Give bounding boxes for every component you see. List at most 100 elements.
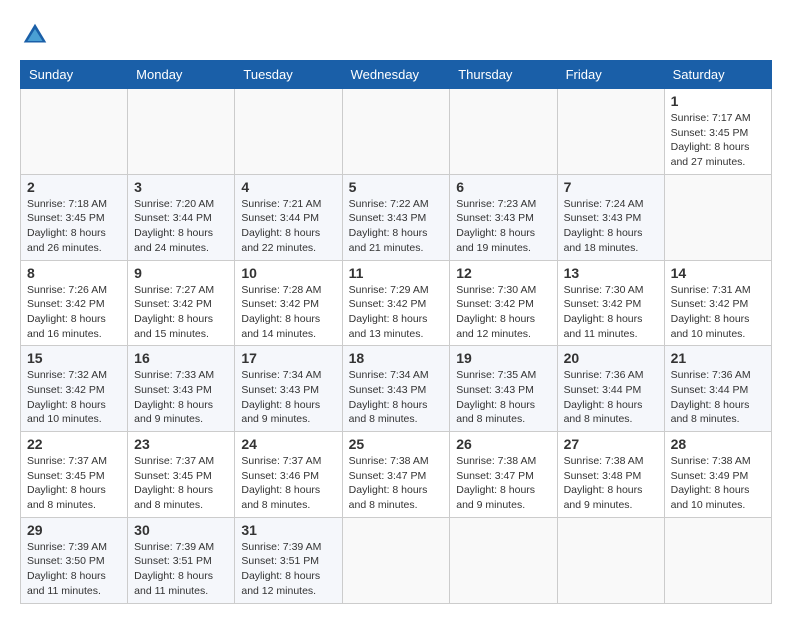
day-number: 7 bbox=[564, 179, 658, 195]
day-info: Sunrise: 7:22 AMSunset: 3:43 PMDaylight:… bbox=[349, 197, 444, 256]
calendar-week-row: 2 Sunrise: 7:18 AMSunset: 3:45 PMDayligh… bbox=[21, 174, 772, 260]
calendar-cell-empty bbox=[235, 89, 342, 175]
calendar-cell-day-17: 17 Sunrise: 7:34 AMSunset: 3:43 PMDaylig… bbox=[235, 346, 342, 432]
day-info: Sunrise: 7:26 AMSunset: 3:42 PMDaylight:… bbox=[27, 283, 121, 342]
calendar-header-monday: Monday bbox=[128, 61, 235, 89]
calendar-cell-day-11: 11 Sunrise: 7:29 AMSunset: 3:42 PMDaylig… bbox=[342, 260, 450, 346]
calendar-cell-day-23: 23 Sunrise: 7:37 AMSunset: 3:45 PMDaylig… bbox=[128, 432, 235, 518]
calendar-header-friday: Friday bbox=[557, 61, 664, 89]
calendar-cell-day-21: 21 Sunrise: 7:36 AMSunset: 3:44 PMDaylig… bbox=[664, 346, 771, 432]
day-number: 20 bbox=[564, 350, 658, 366]
day-number: 19 bbox=[456, 350, 550, 366]
day-info: Sunrise: 7:39 AMSunset: 3:50 PMDaylight:… bbox=[27, 540, 121, 599]
calendar-cell-day-10: 10 Sunrise: 7:28 AMSunset: 3:42 PMDaylig… bbox=[235, 260, 342, 346]
day-info: Sunrise: 7:28 AMSunset: 3:42 PMDaylight:… bbox=[241, 283, 335, 342]
day-number: 9 bbox=[134, 265, 228, 281]
day-info: Sunrise: 7:34 AMSunset: 3:43 PMDaylight:… bbox=[349, 368, 444, 427]
day-number: 13 bbox=[564, 265, 658, 281]
day-number: 12 bbox=[456, 265, 550, 281]
calendar-cell-day-14: 14 Sunrise: 7:31 AMSunset: 3:42 PMDaylig… bbox=[664, 260, 771, 346]
calendar-cell-day-8: 8 Sunrise: 7:26 AMSunset: 3:42 PMDayligh… bbox=[21, 260, 128, 346]
day-number: 24 bbox=[241, 436, 335, 452]
day-info: Sunrise: 7:33 AMSunset: 3:43 PMDaylight:… bbox=[134, 368, 228, 427]
day-info: Sunrise: 7:35 AMSunset: 3:43 PMDaylight:… bbox=[456, 368, 550, 427]
page-header bbox=[20, 20, 772, 50]
day-info: Sunrise: 7:21 AMSunset: 3:44 PMDaylight:… bbox=[241, 197, 335, 256]
calendar-cell-day-22: 22 Sunrise: 7:37 AMSunset: 3:45 PMDaylig… bbox=[21, 432, 128, 518]
calendar-cell-day-9: 9 Sunrise: 7:27 AMSunset: 3:42 PMDayligh… bbox=[128, 260, 235, 346]
day-number: 26 bbox=[456, 436, 550, 452]
day-number: 1 bbox=[671, 93, 765, 109]
logo-icon bbox=[20, 20, 50, 50]
calendar-cell-day-3: 3 Sunrise: 7:20 AMSunset: 3:44 PMDayligh… bbox=[128, 174, 235, 260]
calendar-cell-day-20: 20 Sunrise: 7:36 AMSunset: 3:44 PMDaylig… bbox=[557, 346, 664, 432]
calendar-header-saturday: Saturday bbox=[664, 61, 771, 89]
calendar-cell-day-13: 13 Sunrise: 7:30 AMSunset: 3:42 PMDaylig… bbox=[557, 260, 664, 346]
calendar-cell-empty bbox=[664, 517, 771, 603]
day-number: 5 bbox=[349, 179, 444, 195]
calendar-cell-day-1: 1 Sunrise: 7:17 AMSunset: 3:45 PMDayligh… bbox=[664, 89, 771, 175]
day-info: Sunrise: 7:38 AMSunset: 3:47 PMDaylight:… bbox=[456, 454, 550, 513]
calendar-cell-empty bbox=[557, 89, 664, 175]
day-number: 16 bbox=[134, 350, 228, 366]
calendar-cell-day-31: 31 Sunrise: 7:39 AMSunset: 3:51 PMDaylig… bbox=[235, 517, 342, 603]
day-info: Sunrise: 7:20 AMSunset: 3:44 PMDaylight:… bbox=[134, 197, 228, 256]
day-info: Sunrise: 7:37 AMSunset: 3:46 PMDaylight:… bbox=[241, 454, 335, 513]
day-number: 28 bbox=[671, 436, 765, 452]
day-info: Sunrise: 7:38 AMSunset: 3:47 PMDaylight:… bbox=[349, 454, 444, 513]
calendar-week-row: 15 Sunrise: 7:32 AMSunset: 3:42 PMDaylig… bbox=[21, 346, 772, 432]
day-info: Sunrise: 7:32 AMSunset: 3:42 PMDaylight:… bbox=[27, 368, 121, 427]
calendar-cell-day-4: 4 Sunrise: 7:21 AMSunset: 3:44 PMDayligh… bbox=[235, 174, 342, 260]
day-number: 30 bbox=[134, 522, 228, 538]
calendar-cell-empty bbox=[342, 517, 450, 603]
day-number: 22 bbox=[27, 436, 121, 452]
calendar-cell-empty bbox=[128, 89, 235, 175]
day-info: Sunrise: 7:37 AMSunset: 3:45 PMDaylight:… bbox=[134, 454, 228, 513]
day-info: Sunrise: 7:30 AMSunset: 3:42 PMDaylight:… bbox=[564, 283, 658, 342]
calendar-cell-day-7: 7 Sunrise: 7:24 AMSunset: 3:43 PMDayligh… bbox=[557, 174, 664, 260]
calendar-header-tuesday: Tuesday bbox=[235, 61, 342, 89]
calendar-cell-day-12: 12 Sunrise: 7:30 AMSunset: 3:42 PMDaylig… bbox=[450, 260, 557, 346]
calendar-cell-empty bbox=[450, 517, 557, 603]
calendar-cell-empty bbox=[664, 174, 771, 260]
calendar-cell-day-16: 16 Sunrise: 7:33 AMSunset: 3:43 PMDaylig… bbox=[128, 346, 235, 432]
day-number: 18 bbox=[349, 350, 444, 366]
day-number: 11 bbox=[349, 265, 444, 281]
calendar-week-row: 29 Sunrise: 7:39 AMSunset: 3:50 PMDaylig… bbox=[21, 517, 772, 603]
calendar-cell-day-15: 15 Sunrise: 7:32 AMSunset: 3:42 PMDaylig… bbox=[21, 346, 128, 432]
calendar-cell-empty bbox=[21, 89, 128, 175]
day-number: 25 bbox=[349, 436, 444, 452]
day-info: Sunrise: 7:39 AMSunset: 3:51 PMDaylight:… bbox=[134, 540, 228, 599]
logo bbox=[20, 20, 54, 50]
day-info: Sunrise: 7:27 AMSunset: 3:42 PMDaylight:… bbox=[134, 283, 228, 342]
day-info: Sunrise: 7:36 AMSunset: 3:44 PMDaylight:… bbox=[671, 368, 765, 427]
calendar-cell-day-29: 29 Sunrise: 7:39 AMSunset: 3:50 PMDaylig… bbox=[21, 517, 128, 603]
day-info: Sunrise: 7:38 AMSunset: 3:49 PMDaylight:… bbox=[671, 454, 765, 513]
calendar-cell-day-24: 24 Sunrise: 7:37 AMSunset: 3:46 PMDaylig… bbox=[235, 432, 342, 518]
calendar-cell-day-28: 28 Sunrise: 7:38 AMSunset: 3:49 PMDaylig… bbox=[664, 432, 771, 518]
day-info: Sunrise: 7:17 AMSunset: 3:45 PMDaylight:… bbox=[671, 111, 765, 170]
calendar-table: SundayMondayTuesdayWednesdayThursdayFrid… bbox=[20, 60, 772, 604]
day-info: Sunrise: 7:38 AMSunset: 3:48 PMDaylight:… bbox=[564, 454, 658, 513]
calendar-header-row: SundayMondayTuesdayWednesdayThursdayFrid… bbox=[21, 61, 772, 89]
calendar-cell-day-2: 2 Sunrise: 7:18 AMSunset: 3:45 PMDayligh… bbox=[21, 174, 128, 260]
day-info: Sunrise: 7:36 AMSunset: 3:44 PMDaylight:… bbox=[564, 368, 658, 427]
day-number: 17 bbox=[241, 350, 335, 366]
day-number: 10 bbox=[241, 265, 335, 281]
calendar-header-sunday: Sunday bbox=[21, 61, 128, 89]
calendar-cell-empty bbox=[557, 517, 664, 603]
calendar-cell-day-27: 27 Sunrise: 7:38 AMSunset: 3:48 PMDaylig… bbox=[557, 432, 664, 518]
calendar-week-row: 8 Sunrise: 7:26 AMSunset: 3:42 PMDayligh… bbox=[21, 260, 772, 346]
day-info: Sunrise: 7:37 AMSunset: 3:45 PMDaylight:… bbox=[27, 454, 121, 513]
calendar-header-thursday: Thursday bbox=[450, 61, 557, 89]
day-info: Sunrise: 7:39 AMSunset: 3:51 PMDaylight:… bbox=[241, 540, 335, 599]
day-number: 4 bbox=[241, 179, 335, 195]
day-number: 8 bbox=[27, 265, 121, 281]
day-info: Sunrise: 7:30 AMSunset: 3:42 PMDaylight:… bbox=[456, 283, 550, 342]
day-number: 27 bbox=[564, 436, 658, 452]
calendar-cell-empty bbox=[450, 89, 557, 175]
day-number: 15 bbox=[27, 350, 121, 366]
day-number: 21 bbox=[671, 350, 765, 366]
calendar-cell-day-19: 19 Sunrise: 7:35 AMSunset: 3:43 PMDaylig… bbox=[450, 346, 557, 432]
day-info: Sunrise: 7:23 AMSunset: 3:43 PMDaylight:… bbox=[456, 197, 550, 256]
